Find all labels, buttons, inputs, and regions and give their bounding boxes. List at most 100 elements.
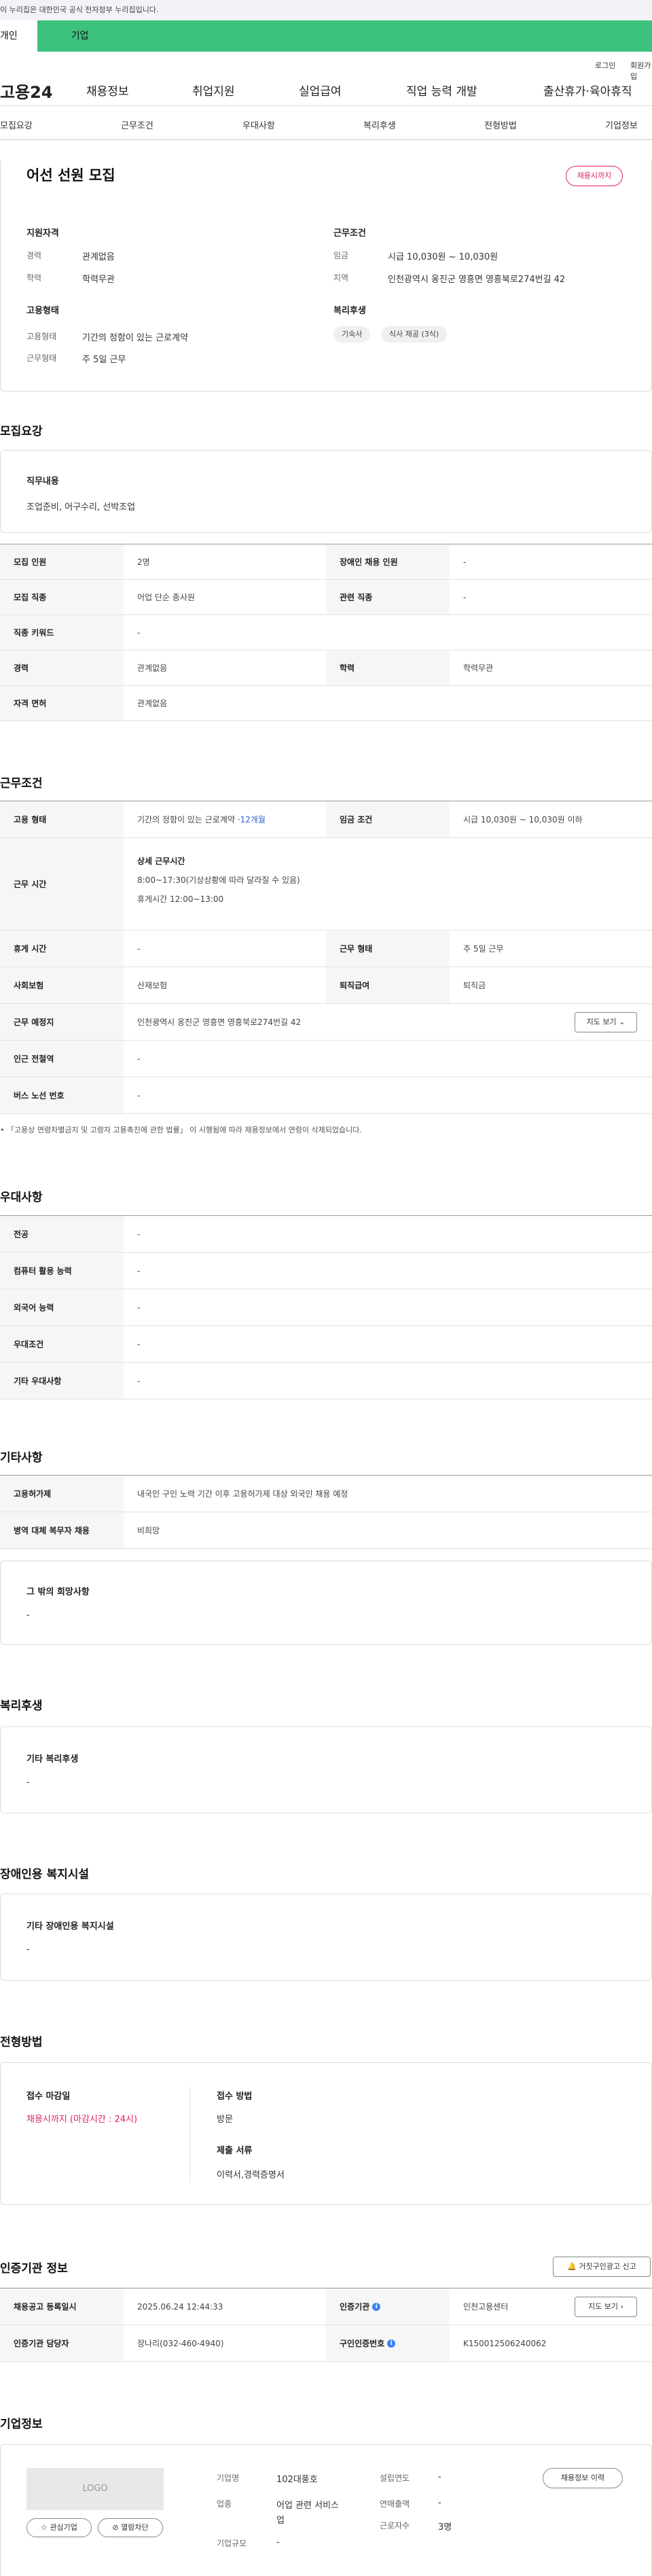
table-row: 컴퓨터 활용 능력 - (0, 1253, 652, 1289)
edu-value: 학력무관 (82, 275, 115, 285)
cert-org-header: 인증기관 (340, 2302, 370, 2312)
nav-item-parental-leave[interactable]: 출산휴가·육아휴직 (543, 82, 632, 99)
anchor-work[interactable]: 근무조건 (121, 118, 153, 131)
staff-value: 3명 (438, 2522, 452, 2533)
site-logo[interactable]: 고용24 (0, 79, 53, 103)
anchor-selection[interactable]: 전형방법 (484, 118, 517, 131)
row-header: 사회보험 (0, 967, 124, 1003)
row-header: 컴퓨터 활용 능력 (0, 1253, 124, 1289)
name-label: 기업명 (217, 2473, 240, 2483)
map-button[interactable]: 지도 보기 ⌄ (575, 1012, 637, 1032)
welfare-box-value: - (26, 1777, 30, 1788)
anchor-recruit[interactable]: 모집요강 (0, 118, 33, 131)
table-row: 모집 인원 2명 장애인 채용 인원 - (0, 544, 652, 580)
block-view-button[interactable]: ⊘ 열람차단 (98, 2518, 163, 2537)
company-logo: LOGO (26, 2468, 164, 2510)
anchor-pref[interactable]: 우대사항 (242, 118, 275, 131)
nav-item-unemployment-benefit[interactable]: 실업급여 (299, 82, 342, 99)
section-title-disabled: 장애인용 복지시설 (0, 1868, 90, 1881)
hiring-history-button[interactable]: 채용정보 이력 (543, 2468, 623, 2488)
nav-item-jobs[interactable]: 채용정보 (86, 82, 129, 99)
selection-box: 접수 마감일 채용시까지 (마감시간 : 24시) 접수 방법 방문 제출 서류… (0, 2062, 652, 2205)
method-value: 방문 (217, 2114, 233, 2125)
job-title: 어선 선원 모집 (26, 167, 115, 184)
info-icon[interactable]: i (387, 2339, 396, 2348)
favorite-label: 관심기업 (50, 2523, 77, 2532)
career-label: 경력 (26, 251, 42, 260)
row-value: 시급 10,030원 ~ 10,030원 이하 (463, 815, 583, 824)
name-value: 102대풍호 (276, 2475, 318, 2485)
career-value: 관계없음 (82, 252, 115, 262)
row-value: - (137, 627, 141, 638)
table-row: 고용허가제 내국인 구인 노력 기간 이후 고용허가제 대상 외국인 채용 예정 (0, 1476, 652, 1512)
table-row: 근무 시간 상세 근무시간 8:00~17:30(기상상황에 따라 달라질 수 … (0, 838, 652, 930)
hours-line: 8:00~17:30(기상상황에 따라 달라질 수 있음) (137, 875, 300, 885)
work-table: 고용 형태 기간의 정함이 있는 근로계약 · 12개월 임금 조건 시급 10… (0, 801, 652, 1114)
table-row: 자격 면허 관계없음 (0, 686, 652, 721)
section-title-selection: 전형방법 (0, 2036, 43, 2049)
tab-enterprise[interactable]: 기업 (37, 20, 122, 52)
cert-map-button[interactable]: 지도 보기 › (575, 2297, 637, 2317)
row-header: 모집 인원 (0, 544, 124, 579)
duty-value: 조업준비, 어구수리, 선박조업 (26, 502, 136, 512)
size-label: 기업규모 (217, 2539, 247, 2548)
row-value: 비희망 (137, 1526, 160, 1535)
anchor-company[interactable]: 기업정보 (605, 118, 638, 131)
staff-label: 근로자수 (380, 2521, 410, 2530)
user-type-tabs: 개인 기업 (0, 20, 652, 52)
sales-value: - (438, 2498, 441, 2508)
section-title-company: 기업정보 (0, 2418, 43, 2431)
block-label: 열람차단 (121, 2523, 149, 2532)
row-value: - (463, 557, 467, 567)
disabled-box-title: 기타 장애인용 복지시설 (26, 1921, 114, 1932)
table-row: 사회보험 산재보험 퇴직급여 퇴직금 (0, 967, 652, 1004)
emp-type-value: 기간의 정함이 있는 근로계약 · (137, 815, 240, 824)
nav-item-job-training[interactable]: 직업 능력 개발 (406, 82, 477, 99)
bell-icon: 🔔 (567, 2262, 577, 2271)
row-header: 외국어 능력 (0, 1289, 124, 1325)
table-row: 인증기관 담당자 장나리(032-460-4940) 구인인증번호 i K1500… (0, 2325, 652, 2362)
worktype-label: 근무형태 (26, 353, 57, 363)
favorite-company-button[interactable]: ☆ 관심기업 (26, 2518, 92, 2537)
sales-label: 연매출액 (380, 2499, 410, 2509)
row-header: 관련 직종 (326, 580, 450, 614)
table-row: 병역 대체 복무자 채용 비희망 (0, 1512, 652, 1549)
emp-type-months: 12개월 (240, 815, 266, 824)
table-row: 우대조건 - (0, 1326, 652, 1363)
hope-box: 그 밖의 희망사항 - (0, 1561, 652, 1645)
info-icon[interactable]: i (372, 2302, 381, 2311)
row-value: - (137, 1339, 141, 1349)
deadline-title: 접수 마감일 (26, 2091, 71, 2102)
utility-bar: 로그인 회원가입 (0, 52, 652, 81)
duty-title: 직무내용 (26, 476, 59, 487)
nav-item-employment-support[interactable]: 취업지원 (192, 82, 235, 99)
row-header: 버스 노선 번호 (0, 1077, 124, 1113)
row-header: 장애인 채용 인원 (326, 544, 450, 579)
row-value: - (137, 1266, 141, 1276)
edu-label: 학력 (26, 273, 42, 283)
block-icon: ⊘ (112, 2523, 119, 2532)
divider (189, 2087, 190, 2182)
row-value: 인천고용센터 (463, 2302, 509, 2312)
region-label: 지역 (333, 273, 349, 283)
row-header: 고용 형태 (0, 801, 124, 837)
gov-banner: 이 누리집은 대한민국 공식 전자정부 누리집입니다. (0, 0, 652, 20)
welfare-box-title: 기타 복리후생 (26, 1754, 79, 1764)
row-value: 2명 (137, 557, 150, 567)
qual-title: 지원자격 (26, 228, 59, 239)
industry-value: 업 (276, 2516, 285, 2526)
table-row: 버스 노선 번호 - (0, 1077, 652, 1114)
report-fake-ad-button[interactable]: 🔔 거짓구인광고 신고 (553, 2257, 651, 2277)
row-header: 근무 형태 (326, 930, 450, 967)
wage-value: 시급 10,030원 ~ 10,030원 (388, 252, 499, 262)
tab-personal[interactable]: 개인 (0, 20, 37, 52)
docs-title: 제출 서류 (217, 2146, 253, 2156)
row-header: 인증기관 i (326, 2288, 450, 2325)
section-title-welfare: 복리후생 (0, 1699, 43, 1713)
table-row: 외국어 능력 - (0, 1289, 652, 1326)
row-value: - (137, 1090, 141, 1100)
anchor-welfare[interactable]: 복리후생 (363, 118, 396, 131)
welfare-title: 복리후생 (333, 306, 366, 316)
size-value: - (276, 2537, 280, 2547)
hope-value: - (26, 1610, 30, 1620)
